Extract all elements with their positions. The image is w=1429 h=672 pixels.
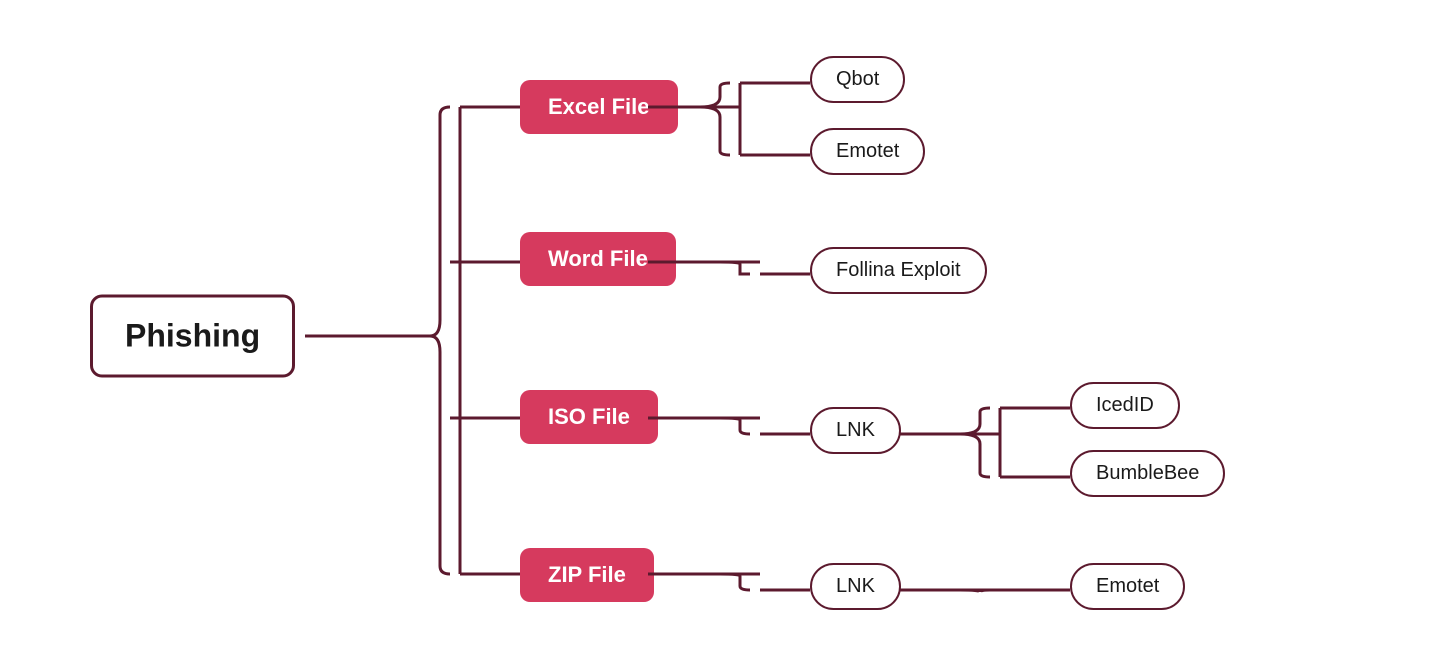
phishing-label: Phishing (125, 318, 260, 354)
lnk-iso-label: LNK (836, 419, 875, 441)
leaf-icedid: IcedID (1070, 382, 1180, 429)
emotet2-label: Emotet (1096, 575, 1159, 597)
icedid-label: IcedID (1096, 394, 1154, 416)
bumblebee-label: BumbleBee (1096, 462, 1199, 484)
leaf-follina: Follina Exploit (810, 247, 987, 294)
qbot-label: Qbot (836, 68, 879, 90)
file-box-iso: ISO File (520, 390, 658, 444)
file-box-word: Word File (520, 232, 676, 286)
follina-label: Follina Exploit (836, 259, 961, 281)
leaf-lnk-iso: LNK (810, 407, 901, 454)
leaf-lnk-zip: LNK (810, 563, 901, 610)
excel-label: Excel File (548, 94, 650, 119)
lnk-zip-label: LNK (836, 575, 875, 597)
diagram: Phishing Excel File Word File ISO File Z… (0, 0, 1429, 672)
zip-label: ZIP File (548, 562, 626, 587)
leaf-qbot: Qbot (810, 56, 905, 103)
leaf-emotet-zip: Emotet (1070, 563, 1185, 610)
file-box-excel: Excel File (520, 80, 678, 134)
leaf-emotet-excel: Emotet (810, 128, 925, 175)
leaf-bumblebee: BumbleBee (1070, 450, 1225, 497)
iso-label: ISO File (548, 404, 630, 429)
phishing-box: Phishing (90, 295, 295, 378)
file-box-zip: ZIP File (520, 548, 654, 602)
emotet1-label: Emotet (836, 140, 899, 162)
word-label: Word File (548, 246, 648, 271)
